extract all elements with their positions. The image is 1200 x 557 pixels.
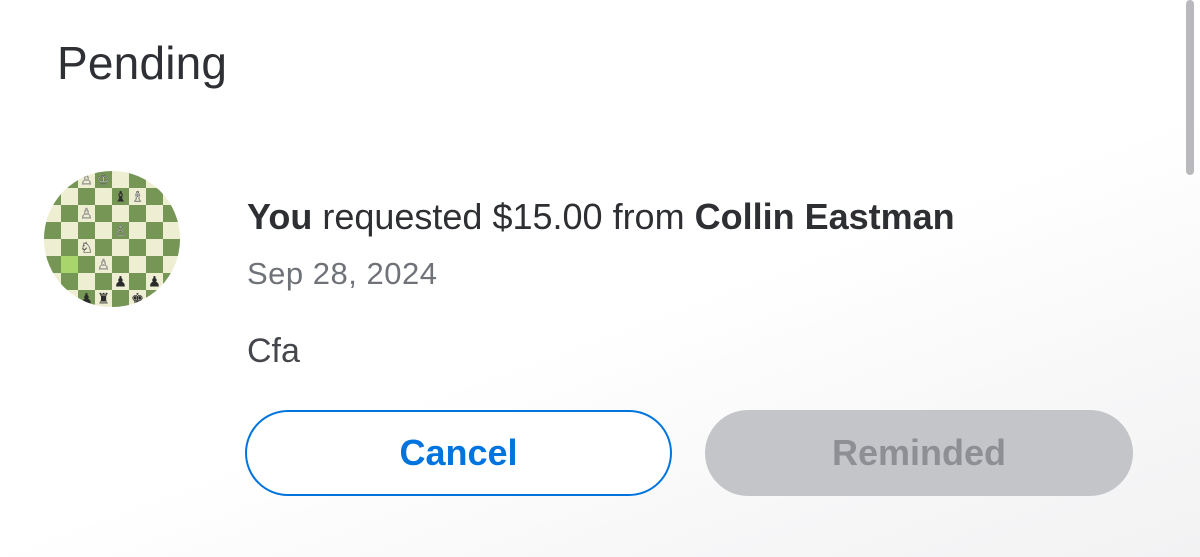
chess-piece-icon: ♟	[148, 275, 161, 291]
chessboard-avatar-icon: ♙ ♔♝ ♗♙♙♘♟ ♟ ♜♟♚♟♙	[44, 171, 180, 307]
cancel-button[interactable]: Cancel	[245, 410, 672, 496]
chess-piece-icon: ♝	[114, 190, 127, 206]
pending-requests-screen: Pending ♙ ♔ ♝ ♗ ♙ ♙ ♘ ♟ ♟ ♜ ♟ ♚ ♟ ♙ You requested $15…	[0, 0, 1200, 557]
chess-piece-icon: ♔	[97, 173, 110, 189]
chess-piece-icon: ♙	[80, 207, 93, 223]
request-date: Sep 28, 2024	[247, 256, 438, 291]
request-amount-text: requested $15.00 from	[312, 196, 695, 237]
chess-piece-icon: ♟	[114, 275, 127, 291]
chess-piece-icon: ♜	[97, 292, 110, 307]
chess-piece-icon: ♟	[63, 292, 76, 307]
actor-name: You	[247, 196, 313, 237]
counterparty-name[interactable]: Collin Eastman	[695, 196, 955, 237]
avatar[interactable]: ♙ ♔ ♝ ♗ ♙ ♙ ♘ ♟ ♟ ♜ ♟ ♚ ♟ ♙	[44, 171, 180, 307]
chess-piece-icon: ♘	[80, 241, 93, 257]
reminded-button[interactable]: Reminded	[705, 410, 1133, 496]
chess-piece-icon: ♙	[97, 258, 110, 274]
chess-piece-icon: ♙	[114, 224, 127, 240]
chess-piece-icon: ♗	[131, 190, 144, 206]
chess-piece-icon: ♚	[131, 292, 144, 307]
chess-piece-icon: ♟	[80, 292, 93, 307]
section-title: Pending	[57, 37, 228, 89]
request-note: Cfa	[247, 332, 300, 370]
scrollbar[interactable]	[1186, 0, 1194, 175]
chess-piece-icon: ♙	[80, 173, 93, 189]
activity-description: You requested $15.00 from Collin Eastman	[247, 196, 955, 238]
